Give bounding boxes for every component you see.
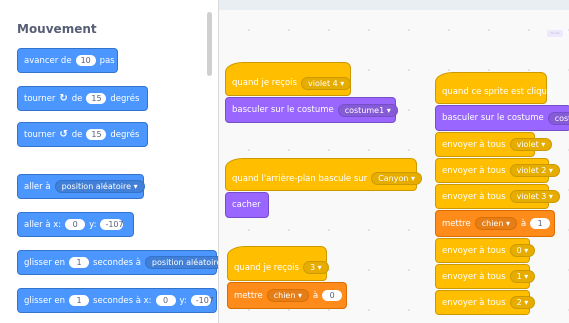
- block-label: basculer sur le costume: [442, 113, 544, 123]
- block-label: mettre: [442, 218, 471, 229]
- block-label: quand ce sprite est cliqué: [442, 87, 553, 97]
- seconds-input[interactable]: 1: [69, 295, 90, 306]
- block-label: secondes à x:: [93, 295, 152, 306]
- x-input[interactable]: 0: [155, 295, 176, 306]
- value-input[interactable]: 1: [530, 218, 551, 229]
- y-input[interactable]: -107: [100, 219, 124, 230]
- value-input[interactable]: 0: [322, 290, 343, 301]
- hide-block[interactable]: cacher: [225, 192, 269, 218]
- block-label: de: [71, 129, 83, 140]
- turn-left-block[interactable]: tourner ↺ de 15 degrés: [17, 122, 148, 147]
- broadcast-block[interactable]: envoyer à tous violet 2: [435, 158, 560, 183]
- block-label: glisser en: [24, 257, 66, 268]
- broadcast-block[interactable]: envoyer à tous 1: [435, 264, 536, 289]
- message-dropdown[interactable]: violet: [509, 138, 553, 151]
- message-dropdown[interactable]: violet 3: [509, 190, 560, 203]
- x-input[interactable]: 0: [65, 219, 86, 230]
- broadcast-block[interactable]: envoyer à tous violet 3: [435, 184, 560, 209]
- category-title: Mouvement: [17, 22, 97, 36]
- when-backdrop-switches-hat[interactable]: quand l'arrière-plan bascule sur Canyon: [225, 158, 422, 191]
- switch-costume-block[interactable]: basculer sur le costume costume1: [225, 97, 398, 123]
- block-label: degrés: [110, 93, 140, 104]
- block-label: glisser en: [24, 295, 66, 306]
- block-label: à: [312, 290, 319, 301]
- y-input[interactable]: -107: [190, 295, 214, 306]
- block-label: avancer de: [24, 55, 72, 66]
- degrees-input[interactable]: 15: [86, 93, 107, 104]
- block-label: secondes à: [93, 257, 141, 268]
- set-variable-block[interactable]: mettre chien à 1: [435, 210, 555, 237]
- block-label: quand je reçois: [234, 262, 299, 273]
- block-label: envoyer à tous: [442, 297, 506, 308]
- message-dropdown[interactable]: 0: [509, 244, 536, 257]
- block-label: envoyer à tous: [442, 271, 506, 282]
- message-dropdown[interactable]: violet 2: [509, 164, 560, 177]
- block-label: aller à: [24, 181, 51, 192]
- degrees-input[interactable]: 15: [86, 129, 107, 140]
- workspace-top-bar: [219, 0, 569, 10]
- message-dropdown[interactable]: 3: [302, 261, 329, 274]
- broadcast-block[interactable]: envoyer à tous violet: [435, 132, 553, 157]
- message-dropdown[interactable]: violet 4: [300, 76, 352, 90]
- block-label: à: [520, 218, 527, 229]
- broadcast-block[interactable]: envoyer à tous 2: [435, 290, 536, 315]
- costume-dropdown[interactable]: costume1: [337, 103, 398, 117]
- block-label: envoyer à tous: [442, 139, 506, 150]
- turn-right-block[interactable]: tourner ↻ de 15 degrés: [17, 86, 148, 111]
- block-label: mettre: [234, 290, 263, 301]
- variable-dropdown[interactable]: chien: [266, 289, 309, 302]
- move-steps-block[interactable]: avancer de 10 pas: [17, 48, 118, 73]
- block-label: envoyer à tous: [442, 245, 506, 256]
- when-sprite-clicked-hat[interactable]: quand ce sprite est cliqué: [435, 72, 552, 104]
- rotate-left-icon: ↺: [59, 129, 68, 140]
- block-label: y:: [89, 219, 97, 230]
- message-dropdown[interactable]: 2: [509, 296, 536, 309]
- glide-to-block[interactable]: glisser en 1 secondes à position aléatoi…: [17, 250, 218, 275]
- palette-scrollbar[interactable]: [207, 12, 212, 76]
- message-dropdown[interactable]: 1: [509, 270, 536, 283]
- costume-dropdown[interactable]: costu: [547, 111, 569, 125]
- block-label: basculer sur le costume: [232, 105, 334, 115]
- block-label: cacher: [232, 200, 261, 210]
- block-label: tourner: [24, 129, 56, 140]
- backdrop-dropdown[interactable]: Canyon: [371, 172, 422, 185]
- block-label: de: [71, 93, 83, 104]
- workspace-tag: ~~: [546, 30, 563, 37]
- seconds-input[interactable]: 1: [69, 257, 90, 268]
- goto-target-dropdown[interactable]: position aléatoire: [54, 180, 145, 193]
- script-workspace[interactable]: ~~ quand je reçois violet 4 basculer sur…: [219, 0, 569, 323]
- block-label: tourner: [24, 93, 56, 104]
- block-label: aller à x:: [24, 219, 62, 230]
- rotate-right-icon: ↻: [59, 93, 68, 104]
- when-i-receive-hat[interactable]: quand je reçois 3: [227, 246, 329, 281]
- block-label: quand l'arrière-plan bascule sur: [232, 173, 368, 184]
- glide-target-dropdown[interactable]: position aléatoire: [144, 256, 218, 269]
- broadcast-block[interactable]: envoyer à tous 0: [435, 238, 536, 263]
- goto-block[interactable]: aller à position aléatoire: [17, 174, 145, 199]
- block-label: envoyer à tous: [442, 165, 506, 176]
- when-i-receive-hat[interactable]: quand je reçois violet 4: [225, 62, 352, 96]
- block-palette: Mouvement avancer de 10 pas tourner ↻ de…: [0, 0, 219, 323]
- block-label: quand je reçois: [232, 78, 297, 88]
- set-variable-block[interactable]: mettre chien à 0: [227, 282, 347, 309]
- block-label: pas: [99, 55, 115, 66]
- goto-xy-block[interactable]: aller à x: 0 y: -107: [17, 212, 134, 237]
- steps-input[interactable]: 10: [75, 55, 96, 66]
- block-label: degrés: [110, 129, 140, 140]
- variable-dropdown[interactable]: chien: [474, 217, 517, 230]
- switch-costume-block[interactable]: basculer sur le costume costu: [435, 105, 569, 131]
- block-label: y:: [179, 295, 187, 306]
- block-label: envoyer à tous: [442, 191, 506, 202]
- glide-xy-block[interactable]: glisser en 1 secondes à x: 0 y: -107: [17, 288, 217, 313]
